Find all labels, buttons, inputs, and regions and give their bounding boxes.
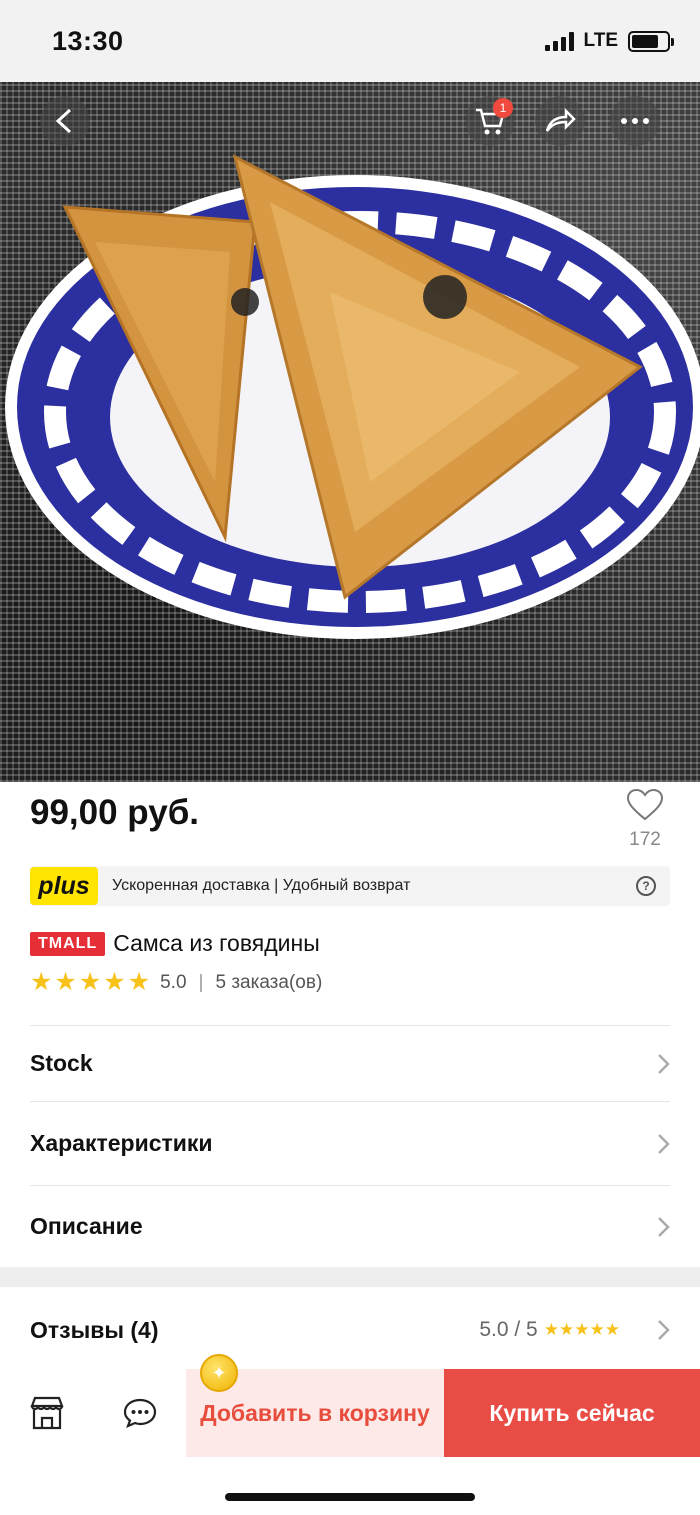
product-title-row: TMALL Самса из говядины bbox=[30, 930, 320, 957]
network-label: LTE bbox=[583, 30, 618, 51]
bottom-action-bar: Добавить в корзину Купить сейчас bbox=[0, 1369, 700, 1457]
chevron-right-icon bbox=[658, 1133, 670, 1154]
back-icon bbox=[55, 108, 72, 134]
section-specs[interactable]: Характеристики bbox=[30, 1101, 670, 1185]
home-indicator bbox=[225, 1493, 475, 1501]
cart-badge: 1 bbox=[493, 98, 513, 118]
chat-icon bbox=[123, 1398, 156, 1429]
reviews-label: Отзывы (4) bbox=[30, 1316, 159, 1343]
star-icon: ★ bbox=[559, 1320, 575, 1339]
price: 99,00 руб. bbox=[30, 793, 200, 832]
status-bar: 13:30 LTE bbox=[0, 0, 700, 82]
signal-icon bbox=[544, 31, 574, 51]
coin-icon: ✦ bbox=[200, 1354, 238, 1392]
star-icon: ★ bbox=[78, 968, 102, 996]
plus-benefits-text: Ускоренная доставка | Удобный возврат bbox=[112, 877, 411, 894]
section-divider bbox=[0, 1267, 700, 1287]
samsa-photo bbox=[5, 154, 700, 639]
battery-icon bbox=[628, 30, 674, 52]
chevron-right-icon bbox=[658, 1053, 670, 1074]
product-image[interactable]: 1 bbox=[0, 82, 700, 782]
more-icon bbox=[621, 118, 649, 124]
rating-row[interactable]: ★ ★ ★ ★ ★ 5.0 | 5 заказа(ов) bbox=[30, 970, 322, 995]
reviews-row[interactable]: Отзывы (4) 5.0 / 5 ★★★★★ bbox=[30, 1300, 670, 1360]
tmall-badge: TMALL bbox=[30, 931, 106, 956]
star-icon: ★ bbox=[54, 968, 77, 996]
share-icon bbox=[545, 108, 576, 132]
store-button[interactable] bbox=[0, 1369, 93, 1457]
plus-logo: plus bbox=[30, 867, 98, 905]
star-icon: ★ bbox=[103, 968, 126, 996]
store-icon bbox=[29, 1396, 64, 1430]
rating-stars: ★ ★ ★ ★ ★ bbox=[30, 970, 150, 995]
star-icon: ★ bbox=[574, 1320, 590, 1339]
star-icon: ★ bbox=[543, 1320, 559, 1339]
orders-count: 5 заказа(ов) bbox=[215, 971, 323, 993]
reviews-summary: 5.0 / 5 ★★★★★ bbox=[479, 1318, 670, 1342]
section-specs-label: Характеристики bbox=[30, 1130, 213, 1156]
wishlist-button[interactable]: 172 bbox=[620, 788, 670, 851]
more-button[interactable] bbox=[610, 96, 660, 146]
wishlist-count: 172 bbox=[629, 829, 661, 850]
back-button[interactable] bbox=[40, 96, 90, 146]
chevron-right-icon bbox=[658, 1216, 670, 1237]
chat-button[interactable] bbox=[93, 1369, 186, 1457]
share-button[interactable] bbox=[535, 96, 585, 146]
star-icon: ★ bbox=[589, 1320, 605, 1339]
heart-icon bbox=[626, 788, 664, 821]
rating-value: 5.0 bbox=[160, 971, 187, 993]
reviews-stars: ★★★★★ bbox=[544, 1320, 620, 1340]
help-icon[interactable]: ? bbox=[636, 876, 656, 896]
star-icon: ★ bbox=[604, 1320, 620, 1339]
chevron-right-icon bbox=[658, 1320, 670, 1340]
plus-banner[interactable]: plus Ускоренная доставка | Удобный возвр… bbox=[30, 866, 670, 906]
section-stock[interactable]: Stock bbox=[30, 1025, 670, 1101]
status-indicators: LTE bbox=[544, 30, 674, 52]
star-icon: ★ bbox=[127, 968, 151, 996]
buy-now-button[interactable]: Купить сейчас bbox=[444, 1369, 700, 1457]
rating-separator: | bbox=[198, 971, 204, 993]
section-description-label: Описание bbox=[30, 1213, 143, 1239]
star-icon: ★ bbox=[30, 968, 53, 996]
cart-button[interactable]: 1 bbox=[465, 96, 515, 146]
reviews-score: 5.0 / 5 bbox=[479, 1318, 538, 1341]
status-time: 13:30 bbox=[52, 26, 124, 56]
section-description[interactable]: Описание bbox=[30, 1185, 670, 1267]
product-title: Самса из говядины bbox=[113, 930, 320, 956]
section-stock-label: Stock bbox=[30, 1050, 93, 1076]
